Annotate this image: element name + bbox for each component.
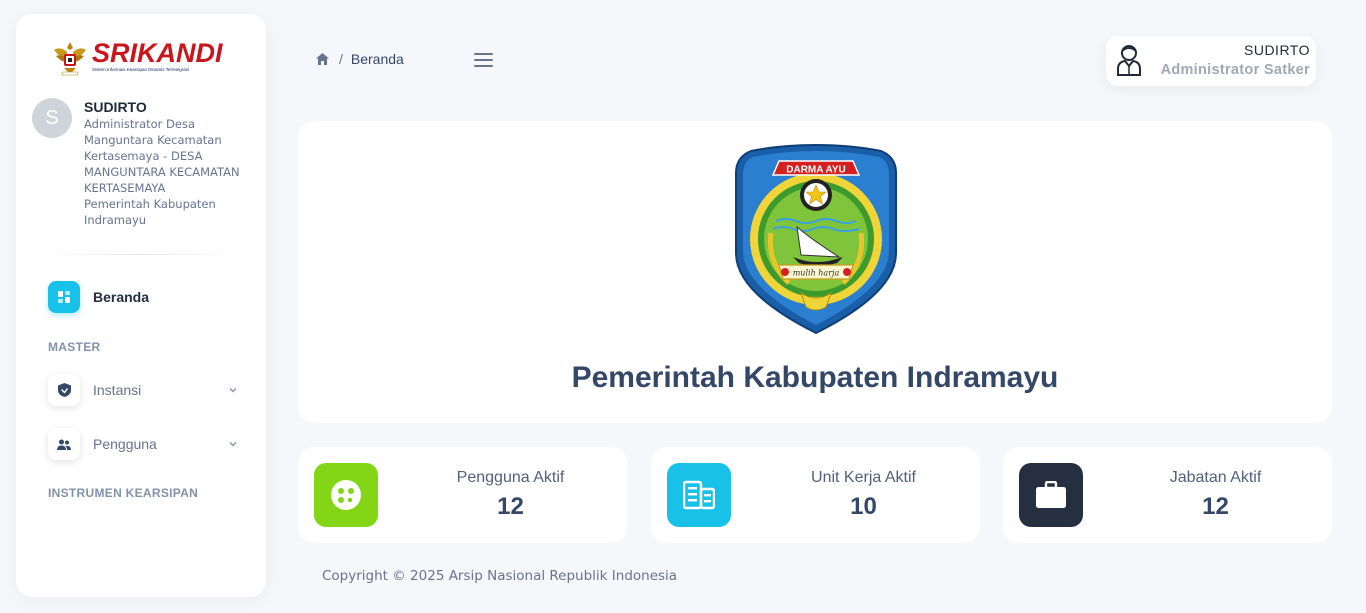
section-master: MASTER <box>48 340 101 354</box>
sidebar-item-label: Instansi <box>93 382 142 398</box>
user-name: SUDIRTO <box>84 99 147 115</box>
logo-title: SRIKANDI <box>92 38 223 68</box>
building-icon <box>667 463 731 527</box>
sidebar-item-instansi[interactable]: Instansi <box>48 374 238 406</box>
stat-label: Jabatan Aktif <box>1169 469 1262 486</box>
user-role-line: MANGUNTARA KECAMATAN <box>84 165 240 179</box>
stat-label: Pengguna Aktif <box>456 469 565 486</box>
sidebar-item-label: Beranda <box>93 289 150 305</box>
stat-card-unit-kerja-aktif: Unit Kerja Aktif 10 <box>651 447 980 543</box>
stat-value: 10 <box>850 493 877 520</box>
breadcrumb-separator: / <box>339 51 343 67</box>
sidebar-item-label: Pengguna <box>93 436 157 452</box>
user-role-line: Pemerintah Kabupaten <box>84 197 216 211</box>
profile-menu[interactable]: SUDIRTO Administrator Satker <box>1106 36 1316 86</box>
app-logo[interactable]: SRIKANDI Sistem Informasi Kearsipan Dina… <box>50 38 223 78</box>
indramayu-emblem-icon: DARMA AYU mulih harja <box>735 143 897 335</box>
garuda-emblem-icon <box>54 42 86 76</box>
sidebar-divider <box>44 254 238 255</box>
home-icon[interactable] <box>316 53 329 65</box>
sidebar-user: S SUDIRTO Administrator Desa Manguntara … <box>32 98 252 228</box>
sidebar-item-pengguna[interactable]: Pengguna <box>48 428 238 460</box>
stat-label: Unit Kerja Aktif <box>811 469 916 486</box>
sidebar-item-beranda[interactable]: Beranda <box>48 281 238 313</box>
chevron-down-icon[interactable] <box>228 385 238 395</box>
page-title: Pemerintah Kabupaten Indramayu <box>571 361 1059 394</box>
avatar: S <box>32 98 72 138</box>
user-role-line: Kertasemaya - DESA <box>84 149 203 163</box>
user-avatar-icon <box>1117 45 1141 76</box>
emblem-banner-text: DARMA AYU <box>786 165 845 176</box>
user-role-line: Manguntara Kecamatan <box>84 133 222 147</box>
profile-name: SUDIRTO <box>1244 42 1310 58</box>
stat-value: 12 <box>1202 493 1229 520</box>
footer-copyright: Copyright © 2025 Arsip Nasional Republik… <box>322 568 678 584</box>
breadcrumb: / Beranda <box>316 51 404 67</box>
stat-value: 12 <box>497 493 524 520</box>
user-role-line: Administrator Desa <box>84 117 196 131</box>
users-icon <box>48 428 80 460</box>
emblem-motto-text: mulih harja <box>793 269 840 278</box>
section-instrumen-kearsipan: INSTRUMEN KEARSIPAN <box>48 486 199 500</box>
shield-icon <box>48 374 80 406</box>
stat-card-jabatan-aktif: Jabatan Aktif 12 <box>1003 447 1332 543</box>
user-role-line: KERTASEMAYA <box>84 181 166 195</box>
chevron-down-icon[interactable] <box>228 439 238 449</box>
main-card: DARMA AYU mulih harja Pemerintah Kabupat… <box>298 121 1332 423</box>
briefcase-icon <box>1019 463 1083 527</box>
profile-role: Administrator Satker <box>1160 62 1310 78</box>
users-circle-icon <box>314 463 378 527</box>
breadcrumb-current: Beranda <box>350 51 404 67</box>
sidebar: SRIKANDI Sistem Informasi Kearsipan Dina… <box>16 14 266 597</box>
dashboard-icon <box>48 281 80 313</box>
user-role: Administrator Desa Manguntara Kecamatan … <box>84 116 252 228</box>
stat-card-pengguna-aktif: Pengguna Aktif 12 <box>298 447 627 543</box>
user-role-line: Indramayu <box>84 213 147 227</box>
menu-toggle-icon[interactable] <box>474 53 493 67</box>
